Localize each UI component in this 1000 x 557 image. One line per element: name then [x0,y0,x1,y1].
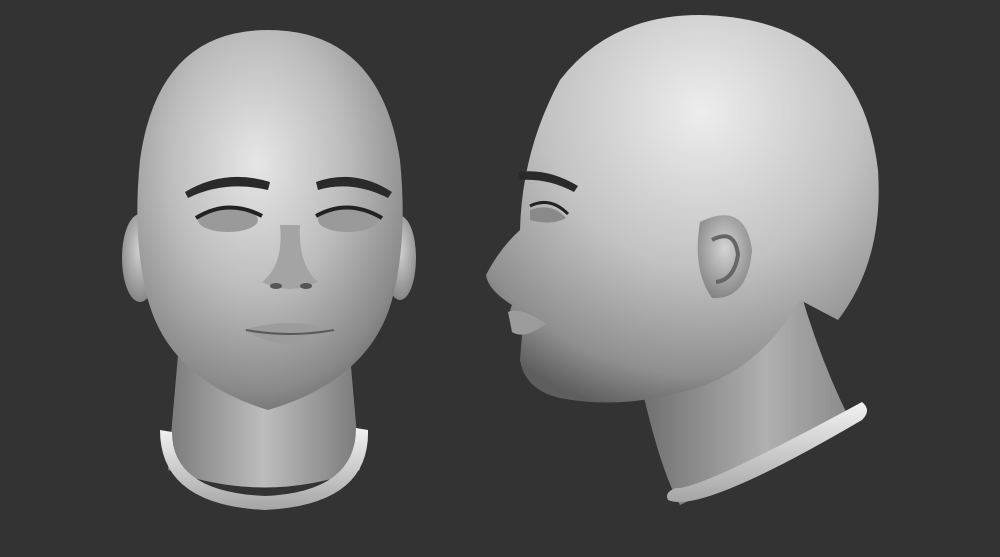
sculpt-render [122,15,879,510]
profile-view [486,15,879,505]
render-viewport [0,0,1000,557]
front-view [122,30,416,510]
